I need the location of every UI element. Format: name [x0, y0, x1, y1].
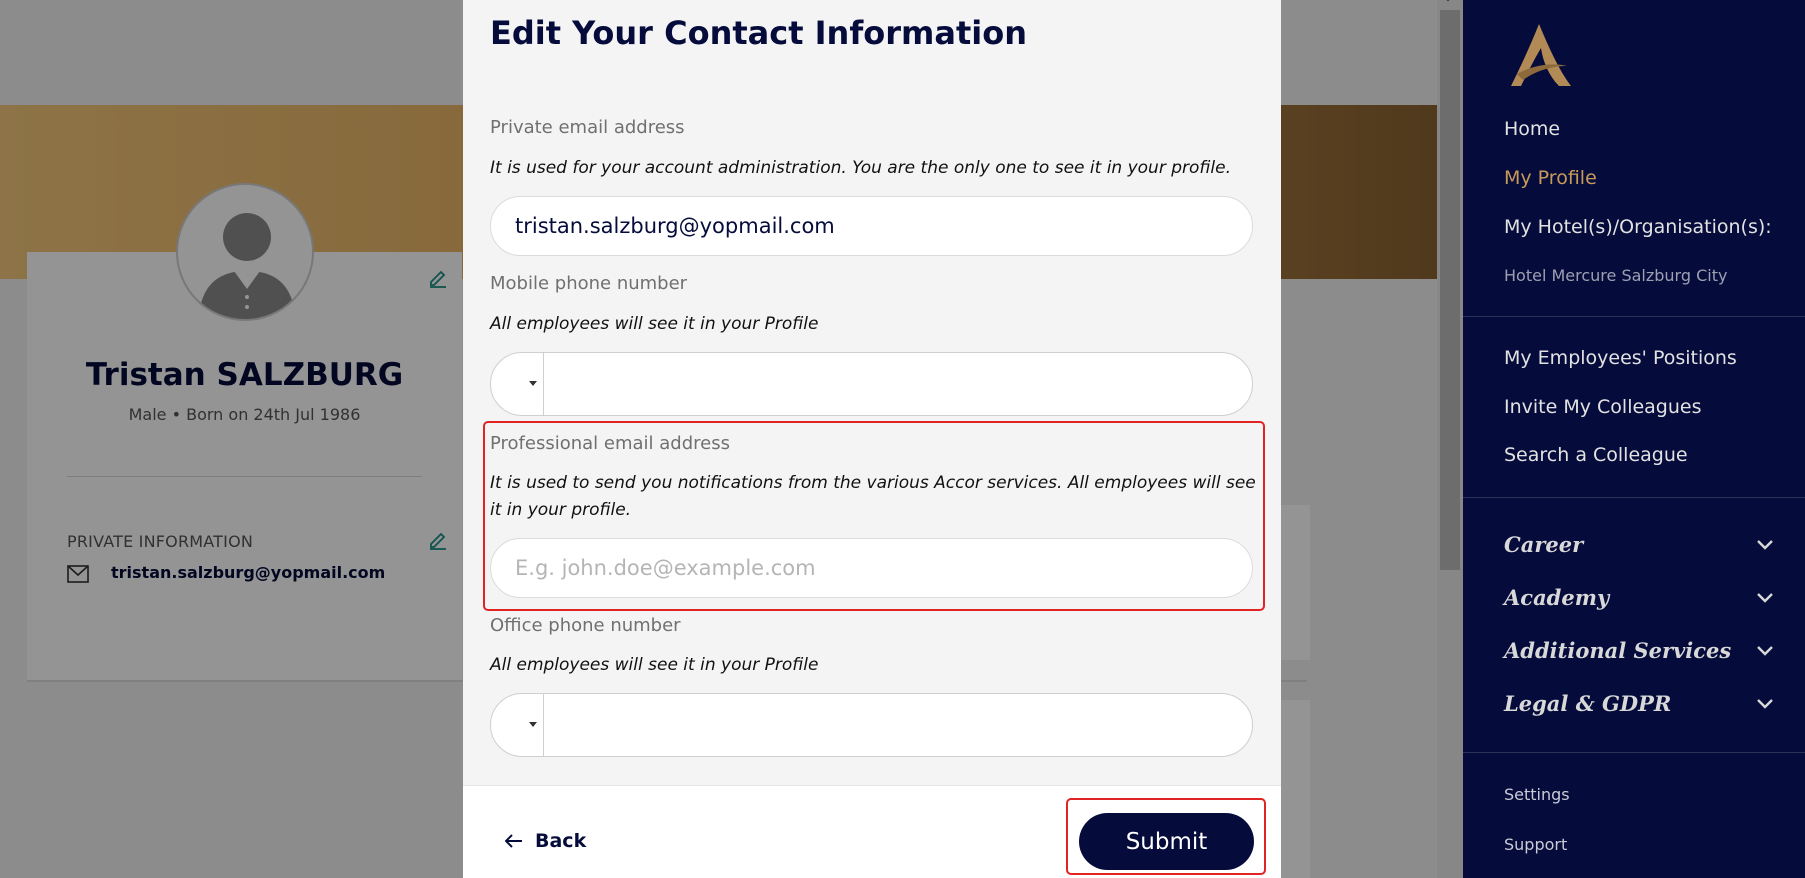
- edit-contact-modal: Edit Your Contact Information Private em…: [463, 0, 1281, 878]
- office-phone-label: Office phone number: [490, 615, 681, 636]
- chevron-down-icon: [1757, 592, 1773, 603]
- chevron-down-icon: [1757, 698, 1773, 709]
- office-country-code-select[interactable]: [491, 694, 544, 756]
- office-phone-input[interactable]: [545, 694, 1252, 756]
- section-label: Additional Services: [1504, 638, 1732, 663]
- mobile-phone-input[interactable]: [545, 353, 1252, 415]
- sidebar-divider: [1463, 316, 1805, 317]
- sidebar-item-my-profile[interactable]: My Profile: [1504, 167, 1597, 189]
- mobile-phone-field: [490, 352, 1253, 416]
- section-label: Legal & GDPR: [1504, 691, 1672, 716]
- sidebar-item-hotel-name[interactable]: Hotel Mercure Salzburg City: [1504, 266, 1727, 285]
- back-button[interactable]: Back: [505, 826, 586, 856]
- sidebar-section-academy[interactable]: Academy: [1504, 585, 1774, 610]
- office-phone-help: All employees will see it in your Profil…: [490, 655, 819, 675]
- sidebar-item-settings[interactable]: Settings: [1504, 785, 1570, 804]
- professional-email-input[interactable]: [490, 538, 1253, 598]
- arrow-left-icon: [505, 834, 522, 848]
- sidebar-item-support[interactable]: Support: [1504, 835, 1567, 854]
- sidebar-item-invite-colleagues[interactable]: Invite My Colleagues: [1504, 396, 1702, 418]
- sidebar: Home My Profile My Hotel(s)/Organisation…: [1463, 0, 1805, 878]
- sidebar-item-search-colleague[interactable]: Search a Colleague: [1504, 444, 1688, 466]
- private-email-help: It is used for your account administrati…: [490, 158, 1231, 178]
- modal-footer: Back Submit: [463, 785, 1281, 878]
- sidebar-item-employees-positions[interactable]: My Employees' Positions: [1504, 347, 1737, 369]
- submit-button[interactable]: Submit: [1079, 813, 1254, 870]
- professional-email-label: Professional email address: [490, 433, 730, 454]
- sidebar-section-additional-services[interactable]: Additional Services: [1504, 638, 1774, 663]
- sidebar-section-career[interactable]: Career: [1504, 532, 1774, 557]
- section-label: Academy: [1504, 585, 1610, 610]
- sidebar-divider: [1463, 752, 1805, 753]
- mobile-country-code-select[interactable]: [491, 353, 544, 415]
- section-label: Career: [1504, 532, 1584, 557]
- modal-title: Edit Your Contact Information: [490, 14, 1027, 52]
- chevron-down-icon: [1757, 539, 1773, 550]
- mobile-phone-help: All employees will see it in your Profil…: [490, 314, 819, 334]
- sidebar-item-my-hotels[interactable]: My Hotel(s)/Organisation(s):: [1504, 216, 1772, 238]
- sidebar-divider: [1463, 497, 1805, 498]
- sidebar-section-legal-gdpr[interactable]: Legal & GDPR: [1504, 691, 1774, 716]
- sidebar-item-home[interactable]: Home: [1504, 118, 1560, 140]
- private-email-input[interactable]: [490, 196, 1253, 256]
- professional-email-help: It is used to send you notifications fro…: [490, 473, 1256, 520]
- back-label: Back: [535, 830, 587, 852]
- chevron-down-icon: [1757, 645, 1773, 656]
- accor-logo-icon: [1511, 24, 1571, 86]
- chevron-down-icon: [529, 722, 537, 727]
- private-email-label: Private email address: [490, 117, 685, 138]
- chevron-down-icon: [529, 381, 537, 386]
- office-phone-field: [490, 693, 1253, 757]
- mobile-phone-label: Mobile phone number: [490, 273, 688, 294]
